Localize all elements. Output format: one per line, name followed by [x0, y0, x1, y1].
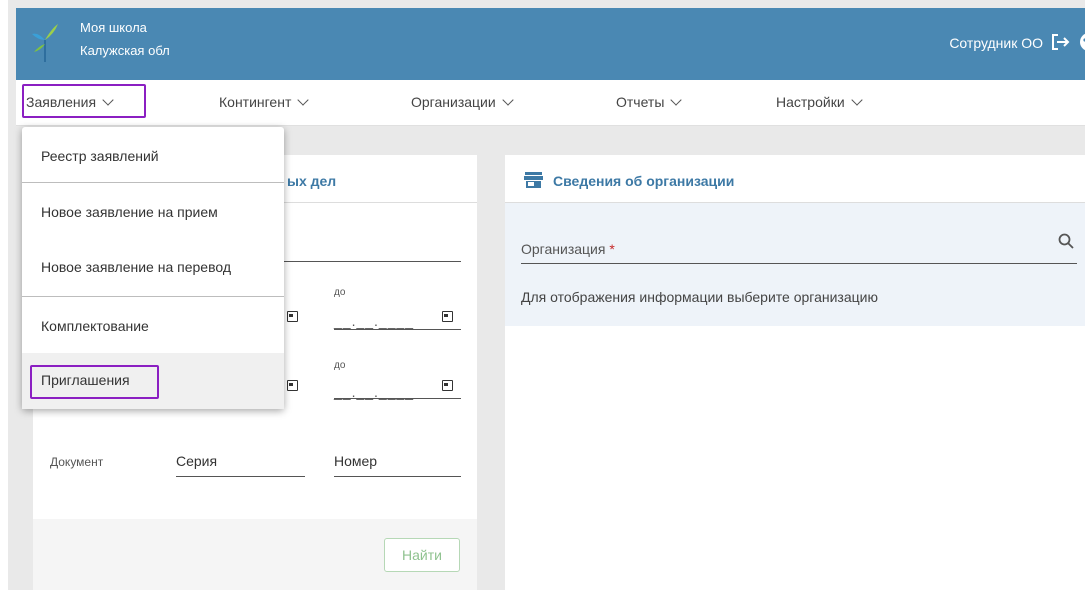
organization-field-line: [521, 263, 1077, 264]
organization-panel-title: Сведения об организации: [553, 173, 735, 189]
organization-label: Организация: [521, 241, 606, 257]
nav-item-applications[interactable]: Заявления: [26, 94, 114, 110]
menu-divider: [22, 182, 284, 183]
number-field-line: [334, 476, 461, 477]
calendar-icon[interactable]: [442, 311, 453, 322]
chevron-down-icon: [670, 94, 683, 106]
date-to-label: до: [334, 287, 346, 298]
applications-dropdown-menu: Реестр заявлений Новое заявление на прие…: [22, 127, 284, 409]
nav-item-reports[interactable]: Отчеты: [616, 94, 683, 110]
school-name: Моя школа: [80, 20, 147, 35]
date-to-input[interactable]: __.__.____: [334, 313, 414, 329]
user-name[interactable]: Сотрудник ОО: [949, 35, 1043, 51]
calendar-icon[interactable]: [287, 380, 298, 391]
store-icon: [524, 172, 543, 188]
nav-item-contingent[interactable]: Контингент: [219, 94, 310, 110]
chevron-down-icon: [850, 94, 863, 106]
main-nav: Заявления Контингент Организации Отчеты …: [16, 80, 1085, 126]
nav-item-label: Организации: [411, 94, 496, 110]
menu-item-new-transfer[interactable]: Новое заявление на перевод: [22, 259, 284, 275]
name-field-line[interactable]: [277, 261, 461, 262]
organization-panel: Сведения об организации Организация * Дл…: [505, 155, 1085, 590]
series-field[interactable]: Серия: [176, 453, 217, 469]
menu-highlight-frame: [30, 365, 159, 399]
nav-item-label: Отчеты: [616, 94, 665, 110]
organization-hint: Для отображения информации выберите орга…: [521, 289, 878, 305]
nav-item-organizations[interactable]: Организации: [411, 94, 514, 110]
nav-item-label: Контингент: [219, 94, 292, 110]
nav-item-settings[interactable]: Настройки: [776, 94, 863, 110]
menu-divider: [22, 296, 284, 297]
app-frame: Моя школа Калужская обл Сотрудник ОО Зая…: [0, 0, 1085, 590]
nav-item-label: Настройки: [776, 94, 845, 110]
logout-icon[interactable]: [1051, 33, 1071, 51]
organization-select-box: Организация * Для отображения информации…: [505, 203, 1085, 326]
menu-item-staffing[interactable]: Комплектование: [22, 318, 284, 334]
date-to-line: [334, 329, 461, 330]
required-mark: *: [609, 241, 615, 257]
menu-item-new-admission[interactable]: Новое заявление на прием: [22, 204, 284, 220]
app-header: Моя школа Калужская обл Сотрудник ОО: [16, 8, 1085, 80]
search-panel-title: ых дел: [287, 173, 337, 189]
date-to-line: [334, 398, 461, 399]
calendar-icon[interactable]: [442, 380, 453, 391]
find-button[interactable]: Найти: [384, 538, 460, 572]
organization-panel-header: Сведения об организации: [505, 155, 1085, 203]
chevron-down-icon: [297, 94, 310, 106]
chevron-down-icon: [102, 94, 114, 106]
calendar-icon[interactable]: [287, 311, 298, 322]
menu-item-registry[interactable]: Реестр заявлений: [22, 148, 284, 164]
number-field[interactable]: Номер: [334, 453, 377, 469]
series-field-line: [176, 476, 305, 477]
search-icon[interactable]: [1058, 233, 1074, 249]
document-label: Документ: [50, 455, 104, 469]
leaf-logo-icon: [32, 24, 58, 62]
organization-field[interactable]: Организация *: [521, 241, 615, 257]
chevron-down-icon: [502, 94, 514, 106]
region-name: Калужская обл: [80, 43, 170, 58]
palette-icon[interactable]: [1079, 32, 1085, 52]
nav-item-label: Заявления: [26, 94, 97, 110]
date-to-label: до: [334, 360, 346, 371]
